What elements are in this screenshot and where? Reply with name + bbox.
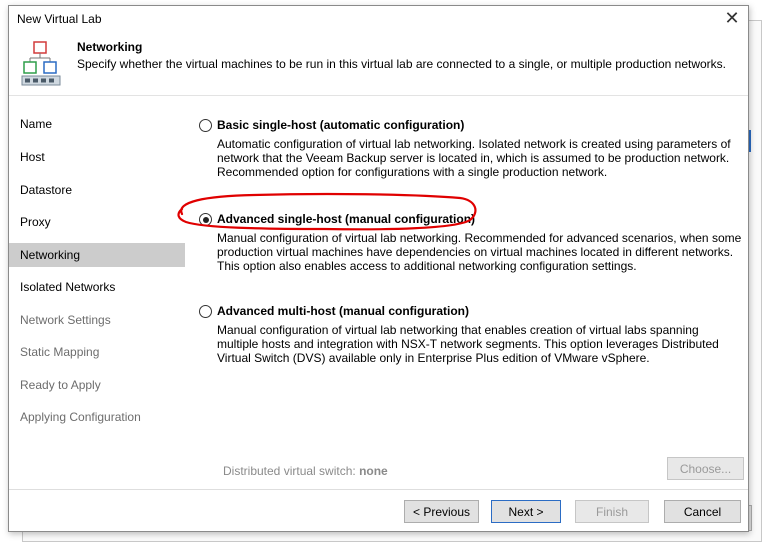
dvs-field: Distributed virtual switch: none [223, 464, 388, 478]
sidebar-item-datastore[interactable]: Datastore [9, 178, 185, 202]
new-virtual-lab-dialog: New Virtual Lab ✕ Networking Specify whe… [8, 5, 749, 532]
option-basic-single-host-description: Automatic configuration of virtual lab n… [217, 137, 731, 179]
option-advanced-multi-host-description: Manual configuration of virtual lab netw… [217, 323, 719, 365]
next-button[interactable]: Next > [491, 500, 561, 523]
choose-dvs-button: Choose... [667, 457, 744, 480]
option-advanced-multi-host[interactable]: Advanced multi-host (manual configuratio… [199, 303, 734, 373]
wizard-header: Networking Specify whether the virtual m… [9, 32, 748, 96]
radio-basic-single-host[interactable] [199, 119, 212, 132]
dvs-label: Distributed virtual switch: [223, 464, 356, 478]
close-icon[interactable]: ✕ [722, 8, 742, 28]
sidebar-item-static-mapping: Static Mapping [20, 345, 100, 359]
sidebar-item-isolated-networks[interactable]: Isolated Networks [9, 275, 185, 299]
option-basic-single-host[interactable]: Basic single-host (automatic configurati… [199, 117, 734, 187]
sidebar-item-networking[interactable]: Networking [9, 243, 185, 267]
sidebar-item-ready-to-apply: Ready to Apply [20, 378, 101, 392]
finish-button: Finish [575, 500, 649, 523]
radio-advanced-multi-host[interactable] [199, 305, 212, 318]
wizard-steps-sidebar: Name Host Datastore Proxy Networking Iso… [9, 97, 185, 489]
annotation-highlight-circle [177, 192, 477, 231]
virtual-lab-network-icon [21, 41, 61, 86]
sidebar-item-applying-configuration: Applying Configuration [20, 410, 141, 424]
option-advanced-single-host-description: Manual configuration of virtual lab netw… [217, 231, 742, 273]
window-title: New Virtual Lab [17, 12, 102, 26]
option-basic-single-host-label[interactable]: Basic single-host (automatic configurati… [217, 118, 464, 132]
title-bar[interactable]: New Virtual Lab ✕ [9, 6, 748, 32]
sidebar-item-name[interactable]: Name [9, 112, 185, 136]
networking-options-panel: Basic single-host (automatic configurati… [185, 97, 748, 489]
page-subtitle: Specify whether the virtual machines to … [77, 57, 727, 71]
page-title: Networking [77, 40, 143, 54]
option-advanced-multi-host-label[interactable]: Advanced multi-host (manual configuratio… [217, 304, 469, 318]
sidebar-item-proxy[interactable]: Proxy [9, 210, 185, 234]
cancel-button[interactable]: Cancel [664, 500, 741, 523]
wizard-footer: < Previous Next > Finish Cancel [9, 489, 748, 531]
sidebar-item-host[interactable]: Host [9, 145, 185, 169]
dvs-value: none [359, 464, 388, 478]
previous-button[interactable]: < Previous [404, 500, 479, 523]
sidebar-item-network-settings: Network Settings [20, 313, 111, 327]
